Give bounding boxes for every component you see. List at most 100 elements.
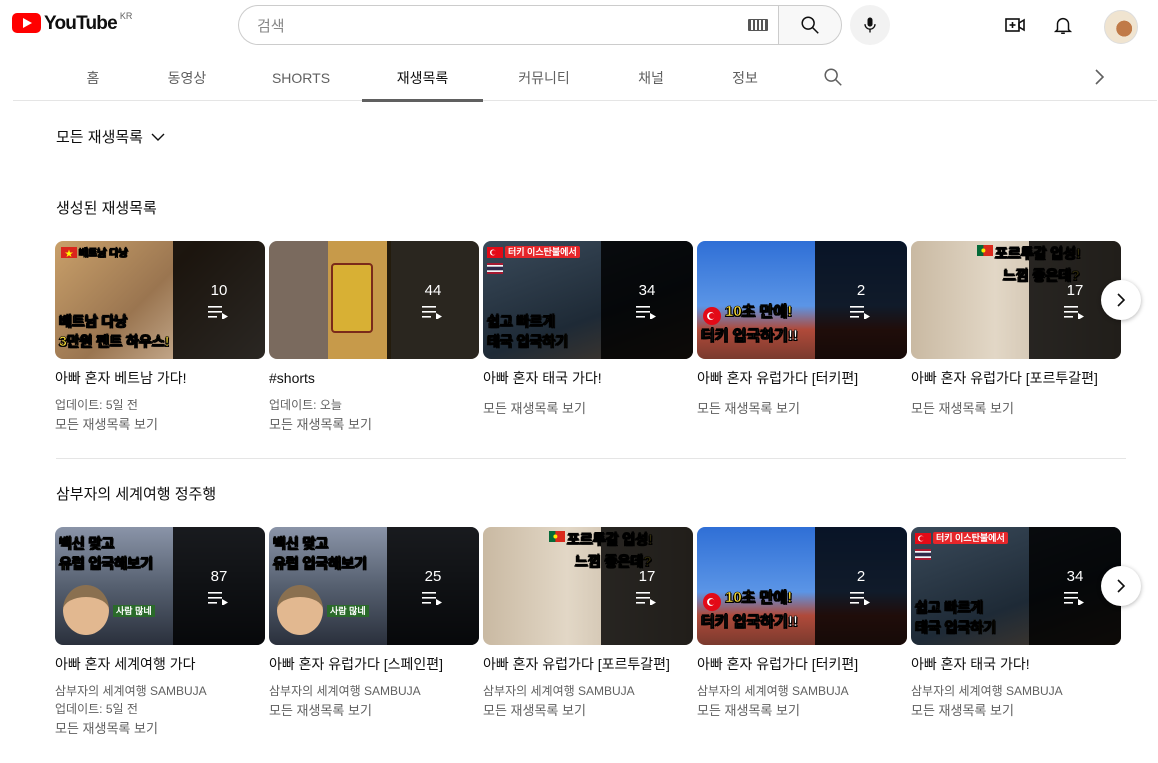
search-input[interactable]: 검색 — [238, 5, 778, 45]
playlist-thumbnail[interactable]: 베트남 다낭 베트남 다낭 3만원 펜트 하우스! 10 — [55, 241, 265, 359]
playlist-card[interactable]: 터키 이스탄불에서 쉽고 빠르게 태국 입국하기 34 아빠 혼자 태국 가다!… — [911, 527, 1121, 722]
youtube-logo[interactable]: YouTube KR — [12, 11, 133, 35]
thailand-flag-icon — [487, 263, 503, 274]
thumbnail-tag: 터키 이스탄불에서 — [933, 532, 1008, 545]
view-full-playlist-link[interactable]: 모든 재생목록 보기 — [697, 700, 907, 722]
video-count: 17 — [1066, 281, 1084, 299]
tram-shape — [331, 263, 373, 333]
playlist-title[interactable]: #shorts — [269, 368, 479, 388]
playlist-title[interactable]: 아빠 혼자 베트남 가다! — [55, 368, 265, 388]
person-shape — [63, 585, 109, 635]
channel-name[interactable]: 삼부자의 세계여행 SAMBUJA — [269, 682, 479, 700]
chevron-right-icon[interactable] — [1089, 66, 1109, 92]
playlist-card[interactable]: 백신 맞고 유럽 입국해보기 사람 많네 25 아빠 혼자 유럽가다 [스페인편… — [269, 527, 479, 722]
search-icon — [801, 16, 819, 34]
playlist-title[interactable]: 아빠 혼자 유럽가다 [터키편] — [697, 368, 907, 388]
playlist-thumbnail[interactable]: 44 — [269, 241, 479, 359]
playlist-card[interactable]: 포르투갈 입성! 느낌 좋은데? 17 아빠 혼자 유럽가다 [포르투갈편] 모… — [911, 241, 1121, 420]
row-next-button[interactable] — [1101, 566, 1141, 606]
playlist-thumbnail[interactable]: 터키 이스탄불에서 쉽고 빠르게 태국 입국하기 34 — [483, 241, 693, 359]
view-full-playlist-link[interactable]: 모든 재생목록 보기 — [911, 700, 1121, 722]
avatar[interactable] — [1104, 10, 1138, 44]
channel-name[interactable]: 삼부자의 세계여행 SAMBUJA — [483, 682, 693, 700]
tab-shorts[interactable]: SHORTS — [253, 54, 349, 101]
channel-search-icon[interactable] — [822, 66, 844, 92]
view-full-playlist-link[interactable]: 모든 재생목록 보기 — [269, 414, 479, 436]
playlist-thumbnail[interactable]: 포르투갈 입성! 느낌 좋은데? 17 — [911, 241, 1121, 359]
playlist-sort-dropdown[interactable]: 모든 재생목록 — [56, 126, 165, 147]
playlist-thumbnail[interactable]: 10초 만에! 터키 입국하기!! 2 — [697, 241, 907, 359]
playlist-card[interactable]: 베트남 다낭 베트남 다낭 3만원 펜트 하우스! 10 아빠 혼자 베트남 가… — [55, 241, 265, 436]
voice-search-button[interactable] — [850, 5, 890, 45]
view-full-playlist-link[interactable]: 모든 재생목록 보기 — [911, 398, 1121, 420]
playlist-card[interactable]: 포르투갈 입성! 느낌 좋은데? 17 아빠 혼자 유럽가다 [포르투갈편] 삼… — [483, 527, 693, 722]
search-button[interactable] — [778, 5, 842, 45]
playlist-icon — [422, 305, 442, 319]
youtube-logo-icon — [12, 13, 41, 33]
video-count: 17 — [638, 567, 656, 585]
section-title[interactable]: 생성된 재생목록 — [56, 197, 157, 218]
vietnam-flag-icon — [61, 247, 77, 258]
playlist-thumbnail[interactable]: 백신 맞고 유럽 입국해보기 사람 많네 25 — [269, 527, 479, 645]
updated-text: 업데이트: 5일 전 — [55, 702, 138, 716]
playlist-title[interactable]: 아빠 혼자 유럽가다 [스페인편] — [269, 654, 479, 674]
playlist-title[interactable]: 아빠 혼자 태국 가다! — [483, 368, 693, 388]
view-full-playlist-link[interactable]: 모든 재생목록 보기 — [55, 414, 265, 436]
playlist-title[interactable]: 아빠 혼자 태국 가다! — [911, 654, 1121, 674]
row-next-button[interactable] — [1101, 280, 1141, 320]
thumbnail-caption: 유럽 입국해보기 — [59, 555, 154, 572]
tab-channels[interactable]: 채널 — [617, 54, 685, 101]
playlist-title[interactable]: 아빠 혼자 유럽가다 [포르투갈편] — [911, 368, 1121, 388]
notifications-button[interactable] — [1048, 10, 1078, 40]
playlist-icon — [208, 591, 228, 605]
view-full-playlist-link[interactable]: 모든 재생목록 보기 — [697, 398, 907, 420]
playlist-count-overlay: 17 — [601, 527, 693, 645]
view-full-playlist-link[interactable]: 모든 재생목록 보기 — [55, 718, 265, 740]
thumbnail-caption: 10초 만에! — [725, 303, 793, 321]
video-count: 10 — [210, 281, 228, 299]
view-full-playlist-link[interactable]: 모든 재생목록 보기 — [483, 700, 693, 722]
keyboard-icon[interactable] — [748, 19, 768, 31]
thailand-flag-icon — [915, 549, 931, 560]
thumbnail-caption: 쉽고 빠르게 — [487, 313, 556, 330]
portugal-flag-icon — [977, 245, 993, 256]
thumbnail-caption: 베트남 다낭 — [59, 313, 128, 330]
section-title[interactable]: 삼부자의 세계여행 정주행 — [56, 483, 216, 504]
playlist-thumbnail[interactable]: 포르투갈 입성! 느낌 좋은데? 17 — [483, 527, 693, 645]
channel-name[interactable]: 삼부자의 세계여행 SAMBUJA — [911, 682, 1121, 700]
playlist-icon — [636, 591, 656, 605]
view-full-playlist-link[interactable]: 모든 재생목록 보기 — [483, 398, 693, 420]
playlist-thumbnail[interactable]: 터키 이스탄불에서 쉽고 빠르게 태국 입국하기 34 — [911, 527, 1121, 645]
channel-name[interactable]: 삼부자의 세계여행 SAMBUJA — [55, 682, 265, 700]
playlist-card[interactable]: 10초 만에! 터키 입국하기!! 2 아빠 혼자 유럽가다 [터키편] 삼부자… — [697, 527, 907, 722]
tab-playlists[interactable]: 재생목록 — [362, 54, 483, 102]
playlist-title[interactable]: 아빠 혼자 유럽가다 [터키편] — [697, 654, 907, 674]
playlist-card[interactable]: 백신 맞고 유럽 입국해보기 사람 많네 87 아빠 혼자 세계여행 가다 삼부… — [55, 527, 265, 740]
playlist-card[interactable]: 터키 이스탄불에서 쉽고 빠르게 태국 입국하기 34 아빠 혼자 태국 가다!… — [483, 241, 693, 420]
playlist-title[interactable]: 아빠 혼자 유럽가다 [포르투갈편] — [483, 654, 693, 674]
view-full-playlist-link[interactable]: 모든 재생목록 보기 — [269, 700, 479, 722]
playlist-icon — [636, 305, 656, 319]
tab-videos[interactable]: 동영상 — [145, 54, 229, 101]
playlist-thumbnail[interactable]: 10초 만에! 터키 입국하기!! 2 — [697, 527, 907, 645]
tab-about[interactable]: 정보 — [711, 54, 779, 101]
notification-bell-icon — [1053, 17, 1073, 34]
tab-community[interactable]: 커뮤니티 — [496, 54, 592, 101]
turkey-flag-icon — [915, 533, 931, 544]
thumbnail-caption: 터키 입국하기!! — [701, 613, 799, 631]
create-button[interactable] — [1000, 10, 1030, 40]
tab-home[interactable]: 홈 — [58, 54, 128, 101]
video-count: 2 — [856, 281, 866, 299]
playlist-thumbnail[interactable]: 백신 맞고 유럽 입국해보기 사람 많네 87 — [55, 527, 265, 645]
thumbnail-caption: 10초 만에! — [725, 589, 793, 607]
playlist-row: 백신 맞고 유럽 입국해보기 사람 많네 87 아빠 혼자 세계여행 가다 삼부… — [55, 527, 1125, 747]
playlist-count-overlay: 34 — [601, 241, 693, 359]
thumbnail-tag: 터키 이스탄불에서 — [505, 246, 580, 259]
playlist-title[interactable]: 아빠 혼자 세계여행 가다 — [55, 654, 265, 674]
country-code: KR — [119, 11, 133, 21]
chevron-right-icon — [1117, 293, 1126, 307]
channel-name[interactable]: 삼부자의 세계여행 SAMBUJA — [697, 682, 907, 700]
playlist-card[interactable]: 10초 만에! 터키 입국하기!! 2 아빠 혼자 유럽가다 [터키편] 모든 … — [697, 241, 907, 420]
playlist-icon — [1064, 591, 1084, 605]
playlist-card[interactable]: 44 #shorts 업데이트: 오늘 모든 재생목록 보기 — [269, 241, 479, 436]
